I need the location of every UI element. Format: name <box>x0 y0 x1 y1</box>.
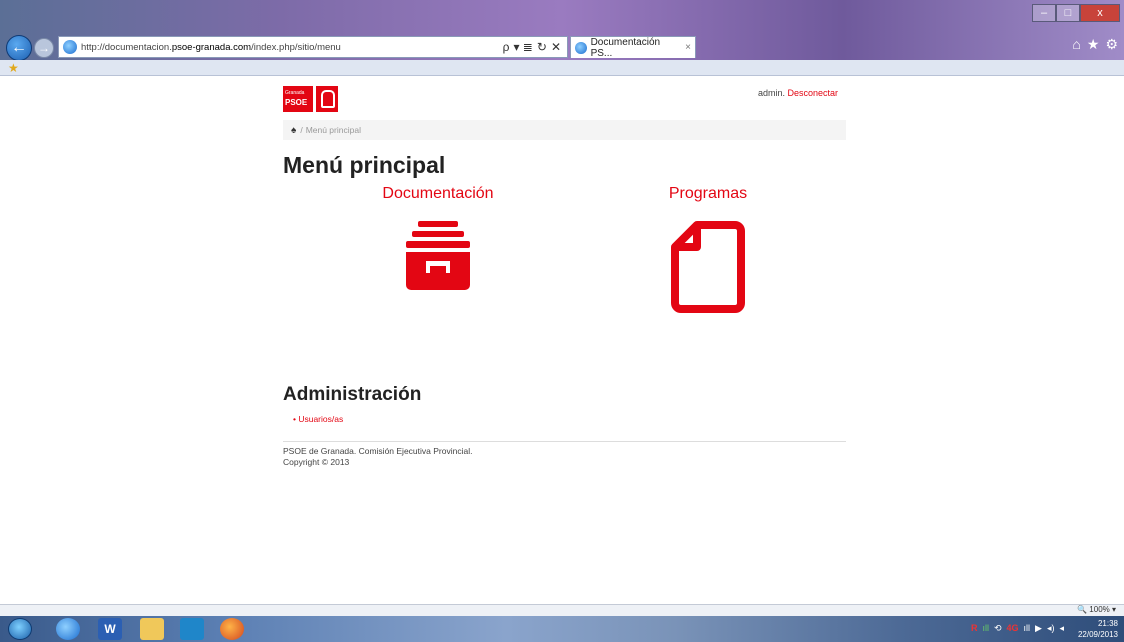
url-prefix: http://documentacion. <box>81 41 172 53</box>
admin-links: Usuarios/as <box>293 414 343 424</box>
breadcrumb: ♠ / Menú principal <box>283 120 846 140</box>
taskbar-ie-icon[interactable] <box>56 618 80 640</box>
ie-icon <box>63 40 77 54</box>
tray-signal-icon-2[interactable]: ıll <box>1024 623 1031 634</box>
tray-arrow-icon[interactable]: ◂ <box>1059 623 1064 634</box>
module-documentacion-link[interactable]: Documentación <box>323 185 553 203</box>
tray-sync-icon[interactable]: ⟲ <box>994 623 1002 634</box>
taskbar-word-icon[interactable]: W <box>98 618 122 640</box>
start-button[interactable] <box>8 618 32 640</box>
url-path: /index.php/sitio/menu <box>251 41 341 53</box>
module-programas-link[interactable]: Programas <box>593 185 823 203</box>
taskbar-media-icon[interactable] <box>180 618 204 640</box>
close-button[interactable]: x <box>1080 4 1120 22</box>
maximize-button[interactable]: □ <box>1056 4 1080 22</box>
tab-close-icon[interactable]: × <box>685 42 691 53</box>
favorites-icon[interactable]: ★ <box>1087 36 1100 53</box>
page-content: Granada PSOE admin. Desconectar ♠ / Menú… <box>283 84 846 467</box>
footer-divider <box>283 441 846 442</box>
tray-flag-icon[interactable]: ▶ <box>1035 623 1042 634</box>
footer-line-2: Copyright © 2013 <box>283 457 350 467</box>
footer-line-1: PSOE de Granada. Comisión Ejecutiva Prov… <box>283 446 473 456</box>
tray-network-icon[interactable]: 4G <box>1007 623 1019 634</box>
module-grid: Documentación Programas <box>283 185 846 385</box>
clock-time: 21:38 <box>1097 619 1118 628</box>
breadcrumb-current: Menú principal <box>305 125 361 135</box>
minimize-button[interactable]: – <box>1032 4 1056 22</box>
favorites-bar: ★ <box>0 60 1124 76</box>
logo-main-text: PSOE <box>285 98 308 107</box>
module-documentacion[interactable]: Documentación <box>323 185 553 291</box>
address-bar[interactable]: http://documentacion.psoe-granada.com/in… <box>58 36 568 58</box>
compat-icon[interactable]: ▾ ≣ <box>513 40 532 54</box>
url-domain: psoe-granada.com <box>171 41 252 53</box>
status-bar: 🔍 100% ▾ <box>0 604 1124 616</box>
forward-button[interactable]: → <box>34 38 54 58</box>
title-bar <box>0 0 1124 30</box>
system-tray: R ıll ⟲ 4G ıll ▶ ◂) ◂ <box>971 623 1064 634</box>
tray-icon-r[interactable]: R <box>971 623 978 634</box>
logout-link[interactable]: Desconectar <box>787 88 838 98</box>
admin-heading: Administración <box>283 384 422 405</box>
users-link[interactable]: Usuarios/as <box>298 414 343 424</box>
ie-icon <box>575 41 587 54</box>
module-programas[interactable]: Programas <box>593 185 823 313</box>
search-icon[interactable]: ρ <box>503 40 510 54</box>
gear-icon[interactable]: ⚙ <box>1105 36 1118 53</box>
username: admin. <box>757 88 785 98</box>
file-icon[interactable] <box>671 221 745 313</box>
tab-title: Documentación PS... <box>590 36 661 59</box>
footer: PSOE de Granada. Comisión Ejecutiva Prov… <box>283 446 472 468</box>
clock[interactable]: 21:38 22/09/2013 <box>1078 618 1118 640</box>
zoom-control[interactable]: 🔍 100% ▾ <box>1077 605 1116 614</box>
stop-icon[interactable]: ✕ <box>551 40 561 54</box>
browser-tab[interactable]: Documentación PS... × <box>570 36 696 59</box>
browser-chrome: – □ x ← → http://documentacion.psoe-gran… <box>0 0 1124 76</box>
window-controls: – □ x <box>1032 4 1120 22</box>
favorites-star-icon[interactable]: ★ <box>8 61 19 75</box>
page-title: Menú principal <box>283 152 446 178</box>
home-icon[interactable]: ♠ <box>291 125 296 136</box>
home-icon[interactable]: ⌂ <box>1072 36 1080 53</box>
taskbar: W R ıll ⟲ 4G ıll ▶ ◂) ◂ 21:38 22/09/2013 <box>0 616 1124 642</box>
logo-rose-icon <box>316 86 338 112</box>
tray-signal-icon[interactable]: ıll <box>982 623 989 634</box>
logo-small-text: Granada <box>285 90 305 96</box>
site-header: Granada PSOE admin. Desconectar <box>283 84 846 118</box>
url-text[interactable]: http://documentacion.psoe-granada.com/in… <box>81 42 503 53</box>
logo-text: Granada PSOE <box>283 86 313 112</box>
volume-icon[interactable]: ◂) <box>1047 623 1055 634</box>
refresh-icon[interactable]: ↻ <box>537 40 547 54</box>
clock-date: 22/09/2013 <box>1077 630 1118 639</box>
taskbar-folder-icon[interactable] <box>140 618 164 640</box>
taskbar-firefox-icon[interactable] <box>220 618 244 640</box>
address-buttons: ρ ▾ ≣ ↻ ✕ <box>503 40 567 54</box>
archive-drawer-icon[interactable] <box>404 221 472 291</box>
browser-tools: ⌂ ★ ⚙ <box>1072 36 1118 53</box>
breadcrumb-separator: / <box>300 125 303 135</box>
user-box: admin. Desconectar <box>758 88 838 98</box>
admin-link-item: Usuarios/as <box>293 414 343 424</box>
site-logo[interactable]: Granada PSOE <box>283 86 339 112</box>
back-button[interactable]: ← <box>6 35 32 61</box>
